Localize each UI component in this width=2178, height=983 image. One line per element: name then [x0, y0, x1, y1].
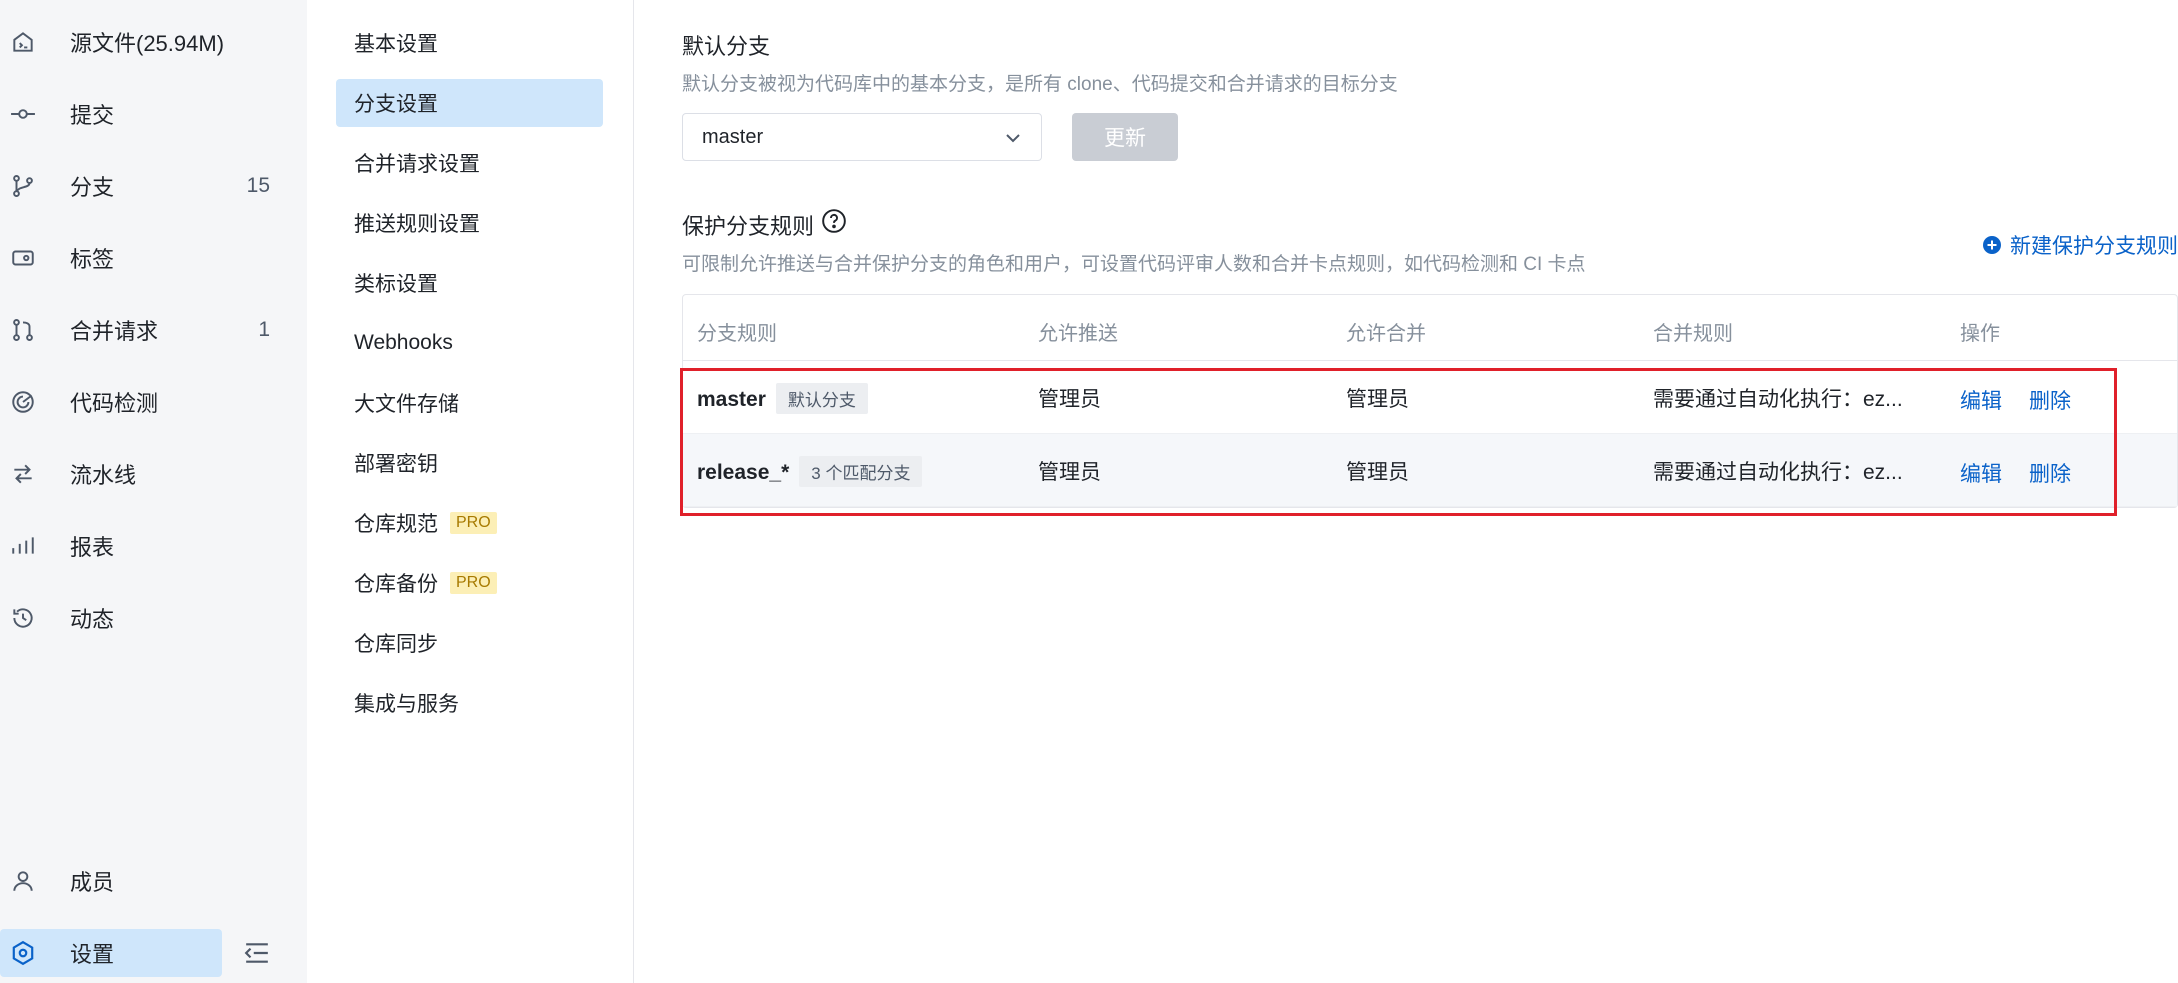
sidebar-item-code-scan[interactable]: 代码检测 [0, 378, 270, 426]
sidebar-item-branches[interactable]: 分支 15 [0, 162, 270, 210]
chart-bars-icon [10, 533, 36, 559]
settings-menu-label: 仓库备份 [354, 573, 438, 596]
new-rule-label: 新建保护分支规则 [2010, 235, 2178, 258]
sidebar-item-commits[interactable]: 提交 [0, 90, 270, 138]
edit-link[interactable]: 编辑 [1960, 458, 2002, 488]
settings-menu-label: 仓库规范 [354, 513, 438, 536]
settings-menu-label: Webhooks [354, 331, 453, 354]
settings-icon [10, 940, 36, 966]
sidebar-item-pipelines[interactable]: 流水线 [0, 450, 270, 498]
sidebar-item-source[interactable]: 源文件(25.94M) [0, 18, 270, 66]
file-code-icon [10, 29, 36, 55]
settings-menu-label: 推送规则设置 [354, 213, 480, 236]
settings-menu-basic[interactable]: 基本设置 [336, 19, 603, 67]
update-button[interactable]: 更新 [1072, 113, 1178, 161]
chevron-down-icon [1003, 128, 1023, 148]
table-row: master 默认分支 管理员 管理员 需要通过自动化执行：ez... 编辑 删除 [683, 361, 2177, 434]
commit-icon [10, 101, 36, 127]
allow-push-cell: 管理员 [1038, 461, 1101, 484]
help-icon[interactable] [821, 208, 847, 234]
settings-menu-labels[interactable]: 类标设置 [336, 259, 603, 307]
col-merge-rule: 合并规则 [1653, 323, 1733, 345]
collapse-sidebar-icon[interactable] [242, 940, 272, 966]
tag-icon [10, 245, 36, 271]
delete-link[interactable]: 删除 [2029, 385, 2071, 415]
col-allow-push: 允许推送 [1038, 323, 1118, 345]
branch-icon [10, 173, 36, 199]
merge-rule-cell: 需要通过自动化执行：ez... [1653, 461, 1903, 484]
branch-name: master [697, 388, 766, 411]
branch-name: release_* [697, 461, 790, 484]
branch-rule-cell: release_* 3 个匹配分支 [697, 456, 923, 487]
merge-rule-cell: 需要通过自动化执行：ez... [1653, 388, 1903, 411]
settings-menu-label: 部署密钥 [354, 453, 438, 476]
settings-menu: 基本设置 分支设置 合并请求设置 推送规则设置 类标设置 Webhooks 大文… [307, 0, 634, 983]
settings-menu-repo-backup[interactable]: 仓库备份 PRO [336, 559, 603, 607]
col-allow-merge: 允许合并 [1346, 323, 1426, 345]
pipeline-icon [10, 461, 36, 487]
sidebar-item-members[interactable]: 成员 [0, 857, 270, 905]
sidebar-item-reports[interactable]: 报表 [0, 522, 270, 570]
default-branch-title: 默认分支 [682, 34, 771, 59]
settings-menu-lfs[interactable]: 大文件存储 [336, 379, 603, 427]
new-protected-rule-button[interactable]: 新建保护分支规则 [1982, 230, 2178, 260]
repo-sidebar: 源文件(25.94M) 提交 分支 15 标签 合并请求 1 代码检测 流水线 … [0, 0, 307, 983]
settings-menu-label: 类标设置 [354, 273, 438, 296]
code-scan-icon [10, 389, 36, 415]
settings-menu-label: 基本设置 [354, 33, 438, 56]
settings-menu-label: 集成与服务 [354, 693, 459, 716]
settings-menu-deploy-keys[interactable]: 部署密钥 [336, 439, 603, 487]
edit-link[interactable]: 编辑 [1960, 385, 2002, 415]
default-branch-description: 默认分支被视为代码库中的基本分支，是所有 clone、代码提交和合并请求的目标分… [682, 74, 1398, 95]
settings-menu-webhooks[interactable]: Webhooks [336, 319, 603, 367]
col-actions: 操作 [1960, 323, 2000, 345]
allow-merge-cell: 管理员 [1346, 388, 1409, 411]
protected-branch-title: 保护分支规则 [682, 214, 815, 239]
default-branch-value: master [702, 125, 764, 148]
matched-branches-tag[interactable]: 3 个匹配分支 [799, 456, 923, 487]
settings-menu-label: 合并请求设置 [354, 153, 480, 176]
settings-menu-label: 仓库同步 [354, 633, 438, 656]
sidebar-item-activity[interactable]: 动态 [0, 594, 270, 642]
sidebar-item-settings[interactable]: 设置 [0, 929, 222, 977]
allow-push-cell: 管理员 [1038, 388, 1101, 411]
sidebar-item-tags[interactable]: 标签 [0, 234, 270, 282]
branch-rule-cell: master 默认分支 [697, 383, 868, 414]
settings-menu-push-rules[interactable]: 推送规则设置 [336, 199, 603, 247]
settings-menu-repo-rules[interactable]: 仓库规范 PRO [336, 499, 603, 547]
col-branch-rule: 分支规则 [697, 323, 777, 345]
default-branch-select[interactable]: master [682, 113, 1042, 161]
branch-count: 15 [246, 174, 270, 197]
settings-menu-branch[interactable]: 分支设置 [336, 79, 603, 127]
merge-request-count: 1 [258, 318, 270, 341]
protected-branch-description: 可限制允许推送与合并保护分支的角色和用户，可设置代码评审人数和合并卡点规则，如代… [682, 254, 1586, 275]
settings-menu-repo-sync[interactable]: 仓库同步 [336, 619, 603, 667]
plus-circle-icon [1982, 235, 2002, 255]
settings-menu-label: 分支设置 [354, 93, 438, 116]
merge-request-icon [10, 317, 36, 343]
settings-menu-merge-request[interactable]: 合并请求设置 [336, 139, 603, 187]
delete-link[interactable]: 删除 [2029, 458, 2071, 488]
default-branch-tag: 默认分支 [775, 383, 868, 414]
table-row: release_* 3 个匹配分支 管理员 管理员 需要通过自动化执行：ez...… [683, 434, 2177, 507]
branch-settings-panel: 默认分支 默认分支被视为代码库中的基本分支，是所有 clone、代码提交和合并请… [634, 0, 2178, 983]
sidebar-item-merge-requests[interactable]: 合并请求 1 [0, 306, 270, 354]
pro-badge: PRO [450, 572, 497, 594]
settings-menu-integrations[interactable]: 集成与服务 [336, 679, 603, 727]
table-header: 分支规则 允许推送 允许合并 合并规则 操作 [683, 295, 2177, 361]
user-icon [10, 868, 36, 894]
allow-merge-cell: 管理员 [1346, 461, 1409, 484]
pro-badge: PRO [450, 512, 497, 534]
history-icon [10, 605, 36, 631]
protected-rules-table: 分支规则 允许推送 允许合并 合并规则 操作 master 默认分支 管理员 管理… [682, 294, 2178, 508]
settings-menu-label: 大文件存储 [354, 393, 459, 416]
